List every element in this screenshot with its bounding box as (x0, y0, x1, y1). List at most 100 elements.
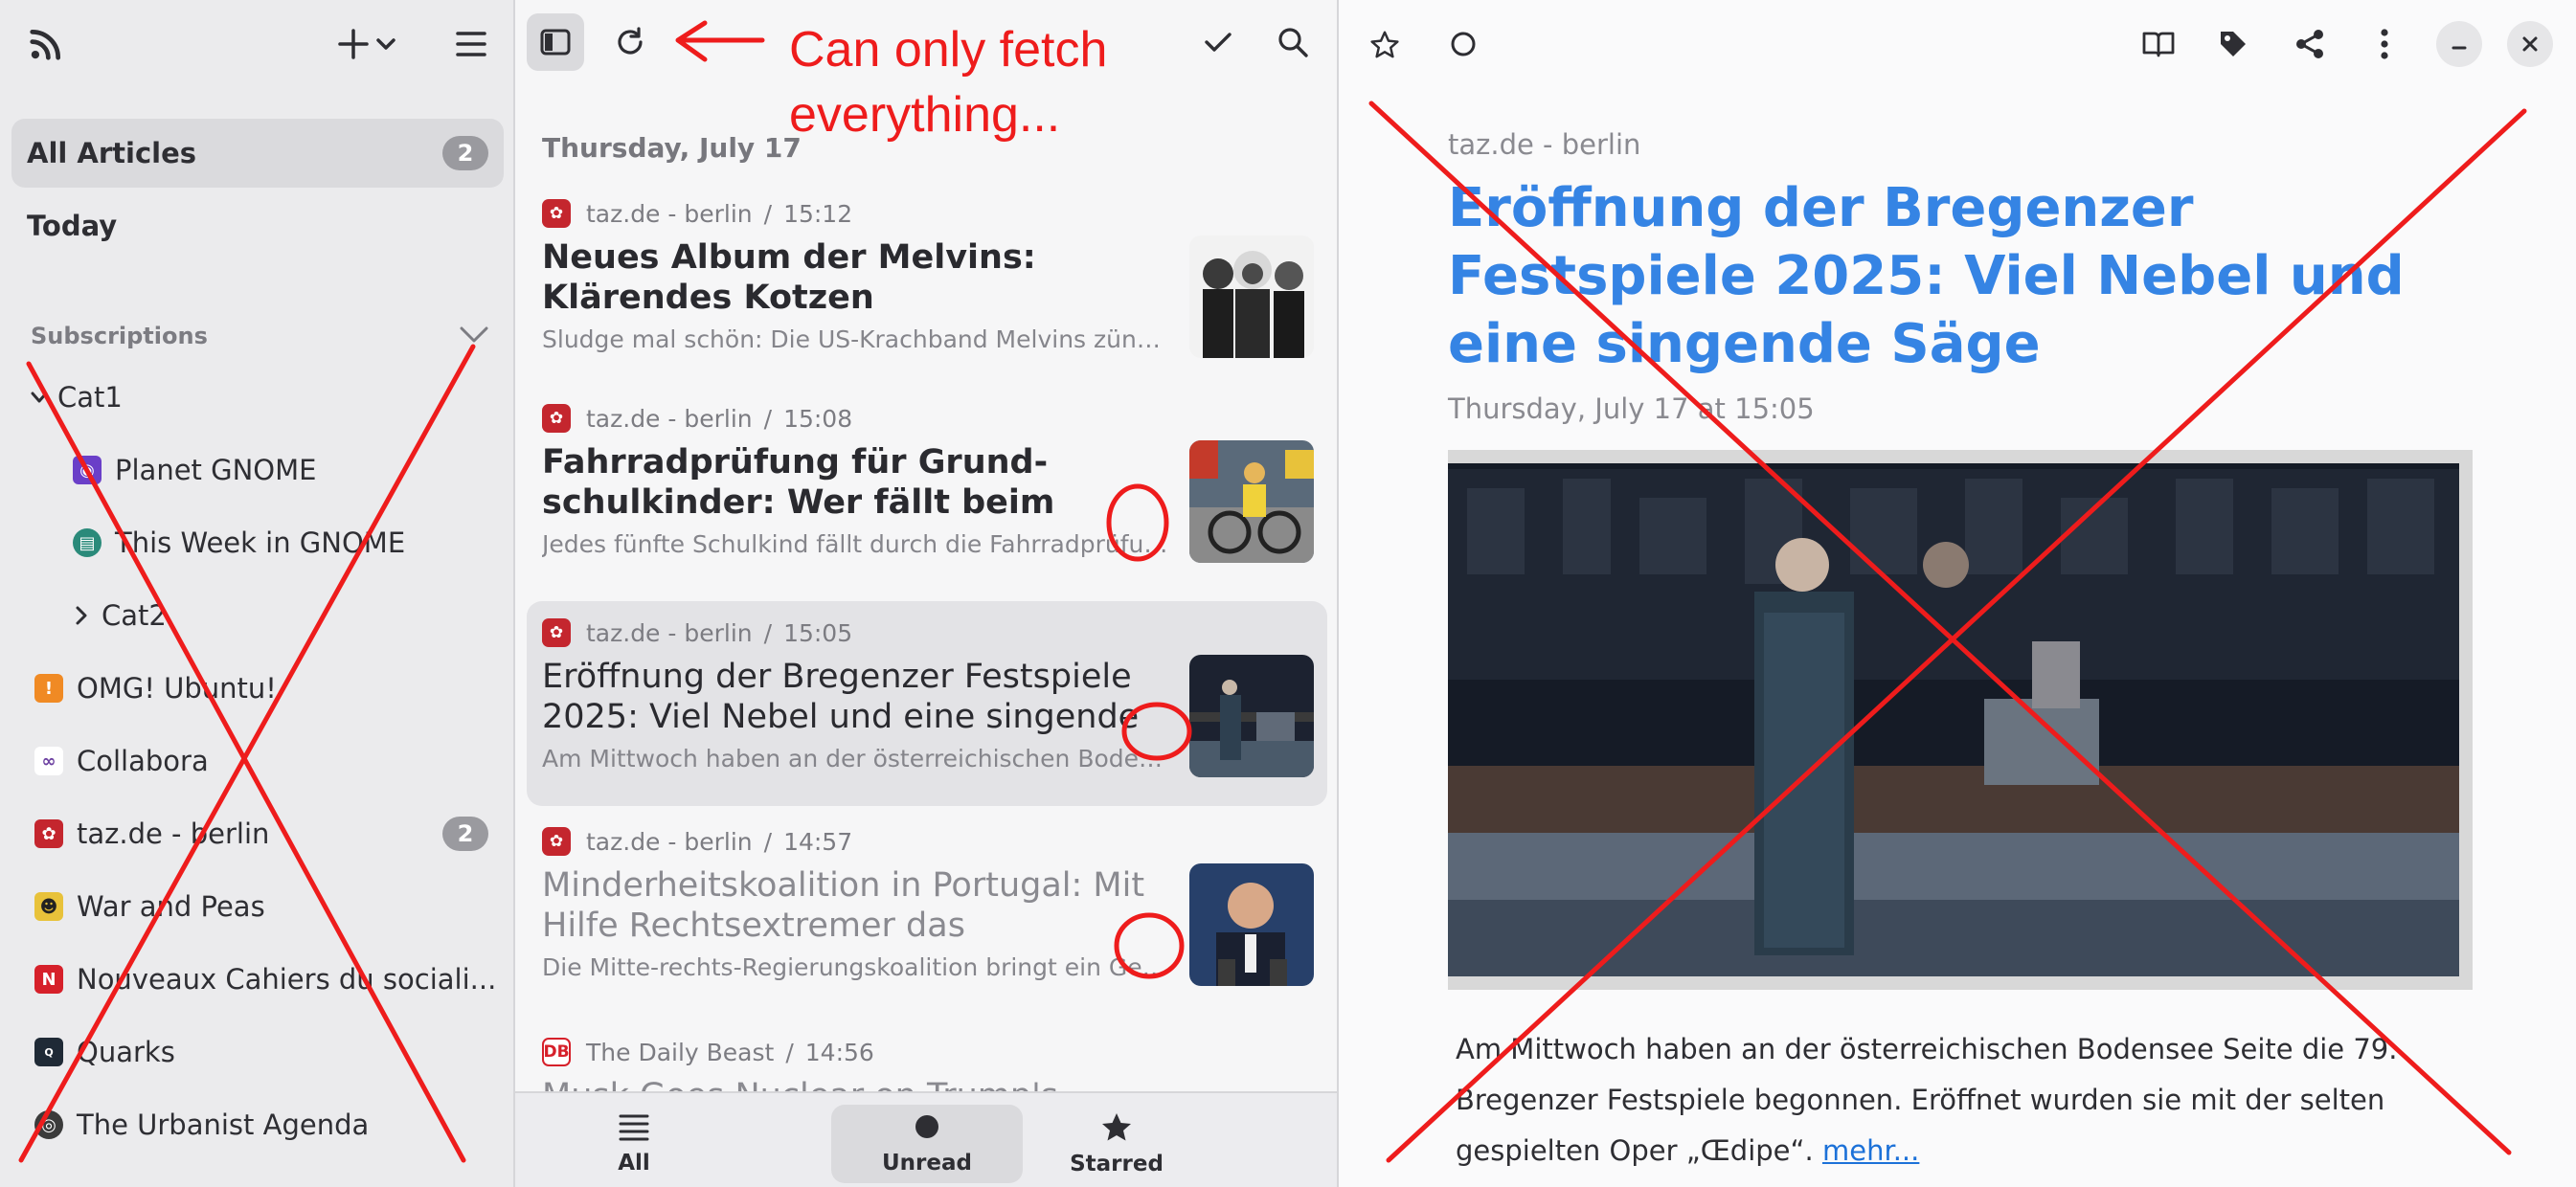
tab-label: All (618, 1151, 650, 1176)
article-title: Musk Goes Nuclear on Trump's Epstein … (542, 1076, 1174, 1091)
sidebar-item-planet-gnome[interactable]: ◉ Planet GNOME (73, 437, 316, 504)
tag-button[interactable] (2204, 15, 2262, 73)
toggle-sidebar-button[interactable] (527, 13, 584, 71)
article-item[interactable]: ✿ taz.de - berlin / 14:57 Minderheitskoa… (527, 810, 1327, 1015)
omg-ubuntu-icon: ! (34, 674, 63, 703)
sidebar-item-quarks[interactable]: Q Quarks (34, 1019, 175, 1086)
article-meta: ✿ taz.de - berlin / 15:08 (542, 404, 852, 433)
sidebar-item-label: Quarks (77, 1036, 175, 1068)
collabora-icon: ∞ (34, 747, 63, 775)
sidebar-item-label: Cat2 (102, 599, 167, 632)
taz-icon: ✿ (542, 827, 571, 856)
close-button[interactable] (2507, 21, 2553, 67)
sidebar-item-this-week-in-gnome[interactable]: ▤ This Week in GNOME (73, 509, 405, 576)
article-date: Thursday, July 17 at 15:05 (1448, 392, 1815, 425)
chevron-down-icon[interactable] (458, 324, 490, 348)
article-snippet: Jedes fünfte Schulkind fällt durch die F… (542, 530, 1174, 558)
mark-unread-button[interactable] (1435, 15, 1492, 73)
taz-icon: ✿ (34, 819, 63, 848)
article-source: The Daily Beast (586, 1038, 775, 1066)
reader-mode-button[interactable] (2130, 15, 2187, 73)
article-item[interactable]: ✿ taz.de - berlin / 15:08 Fahrradprüfung… (527, 387, 1327, 592)
sidebar-item-collabora[interactable]: ∞ Collabora (34, 728, 209, 795)
article-body: Am Mittwoch haben an der österreichische… (1456, 1024, 2471, 1176)
sidebar-item-urbanist-agenda[interactable]: ◎ The Urbanist Agenda (34, 1091, 369, 1158)
annotation-line: everything... (789, 87, 1061, 143)
urbanist-icon: ◎ (34, 1110, 63, 1139)
sidebar-item-war-and-peas[interactable]: ☻ War and Peas (34, 873, 265, 940)
article-source: taz.de - berlin (1448, 128, 1641, 161)
war-and-peas-icon: ☻ (34, 892, 63, 921)
sidebar-item-label: OMG! Ubuntu! (77, 672, 277, 705)
star-icon (1100, 1111, 1133, 1146)
sidebar-item-cat2[interactable]: Cat2 (73, 582, 167, 649)
article-list-pane: Thursday, July 17 ✿ taz.de - berlin / 15… (515, 0, 1339, 1187)
sidebar-item-label: Cat1 (57, 381, 123, 414)
unread-count-badge: 2 (442, 817, 488, 851)
sidebar-item-all-articles[interactable]: All Articles 2 (11, 119, 504, 188)
annotation-note: Can only fetch everything... (789, 17, 1107, 147)
taz-icon: ✿ (542, 618, 571, 647)
article-item[interactable]: ✿ taz.de - berlin / 15:12 Neues Album de… (527, 182, 1327, 387)
sidebar-item-label: Collabora (77, 745, 209, 777)
tab-all[interactable]: All (538, 1105, 730, 1183)
search-button[interactable] (1264, 13, 1322, 71)
tab-label: Starred (1070, 1152, 1164, 1176)
minimize-button[interactable] (2436, 21, 2482, 67)
annotation-line: Can only fetch (789, 22, 1108, 78)
article-snippet: Am Mittwoch haben an der österreichische… (542, 745, 1174, 773)
chevron-right-icon (73, 604, 90, 627)
article-source: taz.de - berlin (586, 199, 753, 228)
refresh-button[interactable] (601, 13, 659, 71)
article-meta: ✿ taz.de - berlin / 14:57 (542, 827, 852, 856)
sidebar-item-cat1[interactable]: Cat1 (29, 364, 123, 431)
more-options-button[interactable] (2356, 15, 2413, 73)
twig-icon: ▤ (73, 528, 102, 557)
planet-gnome-icon: ◉ (73, 456, 102, 484)
sidebar-item-omg-ubuntu[interactable]: ! OMG! Ubuntu! (34, 655, 277, 722)
article-title-link[interactable]: Eröffnung der Bregenzer Festspiele 2025:… (1448, 174, 2463, 378)
sidebar-item-taz-berlin[interactable]: ✿ taz.de - berlin 2 (34, 800, 488, 867)
article-time: 15:08 (783, 404, 853, 433)
article-meta: ✿ taz.de - berlin / 15:05 (542, 618, 852, 647)
add-menu-button[interactable] (331, 15, 408, 73)
article-item[interactable]: DB The Daily Beast / 14:56 Musk Goes Nuc… (527, 1020, 1327, 1091)
taz-icon: ✿ (542, 199, 571, 228)
article-time: 14:57 (783, 827, 853, 856)
article-thumbnail (1189, 440, 1314, 563)
mark-all-read-button[interactable] (1189, 13, 1247, 71)
article-body-text: Am Mittwoch haben an der österreichische… (1456, 1033, 2398, 1167)
subscriptions-label: Subscriptions (31, 323, 208, 349)
tab-unread[interactable]: Unread (831, 1105, 1023, 1183)
article-snippet: Die Mitte-rechts-Regierungskoalition bri… (542, 953, 1174, 981)
article-time: 15:05 (783, 618, 853, 647)
article-thumbnail (1189, 235, 1314, 358)
article-meta: DB The Daily Beast / 14:56 (542, 1038, 874, 1066)
unread-count-badge: 2 (442, 136, 488, 170)
subscriptions-header[interactable]: Subscriptions (31, 312, 490, 360)
star-article-button[interactable] (1356, 15, 1413, 73)
more-link[interactable]: mehr... (1822, 1134, 1919, 1167)
sidebar-item-label: Planet GNOME (115, 454, 317, 486)
sidebar-item-nouveaux-cahiers[interactable]: N Nouveaux Cahiers du sociali... (34, 946, 496, 1013)
article-meta: ✿ taz.de - berlin / 15:12 (542, 199, 852, 228)
sidebar-item-label: The Urbanist Agenda (77, 1109, 370, 1141)
article-source: taz.de - berlin (586, 618, 753, 647)
nouveaux-cahiers-icon: N (34, 965, 63, 994)
chevron-down-icon (29, 387, 50, 408)
sidebar-item-label: This Week in GNOME (115, 526, 406, 559)
article-title: Minderheitskoalition in Portugal: Mit Hi… (542, 866, 1145, 945)
article-time: 14:56 (804, 1038, 874, 1066)
hamburger-menu-button[interactable] (442, 15, 500, 73)
rss-icon (17, 15, 75, 73)
sidebar-item-today[interactable]: Today (11, 191, 504, 260)
date-heading: Thursday, July 17 (542, 132, 802, 164)
article-source: taz.de - berlin (586, 827, 753, 856)
tab-starred-button[interactable]: Starred (1021, 1105, 1212, 1183)
article-title: Fahrradprüfung für Grund­schulkinder: We… (542, 443, 1055, 522)
article-item[interactable]: ✿ taz.de - berlin / 15:05 Eröffnung der … (527, 601, 1327, 806)
article-image (1448, 450, 2473, 990)
article-time: 15:12 (783, 199, 853, 228)
share-button[interactable] (2281, 15, 2339, 73)
quarks-icon: Q (34, 1038, 63, 1066)
